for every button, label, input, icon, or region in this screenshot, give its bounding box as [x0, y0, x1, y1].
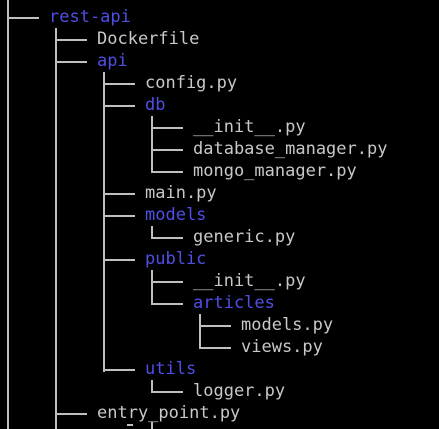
dir-db[interactable]: db — [145, 94, 165, 116]
file-main-py[interactable]: main.py — [145, 182, 217, 204]
tree-connector — [103, 215, 135, 217]
dir-articles[interactable]: articles — [193, 292, 275, 314]
tree-connector — [103, 369, 135, 371]
tree-connector — [151, 149, 183, 151]
file-logger-py[interactable]: logger.py — [193, 380, 285, 402]
file-public-init-py[interactable]: __init__.py — [193, 270, 306, 292]
file-database-manager-py[interactable]: database_manager.py — [193, 138, 387, 160]
tree-connector — [55, 39, 87, 41]
tree-connector — [103, 83, 135, 85]
tree-connector — [55, 413, 87, 415]
file-db-init-py[interactable]: __init__.py — [193, 116, 306, 138]
tree-connector — [7, 17, 39, 19]
dir-rest-api[interactable]: rest-api — [49, 6, 131, 28]
tree-connector — [55, 28, 57, 429]
dir-public[interactable]: public — [145, 248, 206, 270]
dir-models[interactable]: models — [145, 204, 206, 226]
tree-connector — [151, 116, 153, 172]
file-entry-point-py[interactable]: entry_point.py — [97, 402, 240, 424]
tree-connector — [127, 424, 133, 426]
tree-connector — [199, 325, 231, 327]
tree-connector — [103, 259, 135, 261]
tree-connector — [55, 61, 87, 63]
tree-connector — [103, 193, 135, 195]
dir-api[interactable]: api — [97, 50, 128, 72]
file-config-py[interactable]: config.py — [145, 72, 237, 94]
tree-connector — [199, 347, 231, 349]
tree-connector — [151, 303, 183, 305]
tree-connector — [7, 0, 9, 429]
tree-connector — [151, 391, 183, 393]
tree-connector — [199, 314, 201, 348]
dir-utils[interactable]: utils — [145, 358, 196, 380]
tree-connector — [151, 270, 153, 304]
tree-connector — [103, 72, 105, 372]
tree-connector — [151, 171, 183, 173]
tree-connector — [151, 281, 183, 283]
file-articles-views-py[interactable]: views.py — [241, 336, 323, 358]
file-generic-py[interactable]: generic.py — [193, 226, 295, 248]
tree-connector — [151, 237, 183, 239]
file-dockerfile[interactable]: Dockerfile — [97, 28, 199, 50]
tree-connector — [103, 105, 135, 107]
tree-connector — [151, 127, 183, 129]
file-articles-models-py[interactable]: models.py — [241, 314, 333, 336]
file-mongo-manager-py[interactable]: mongo_manager.py — [193, 160, 357, 182]
